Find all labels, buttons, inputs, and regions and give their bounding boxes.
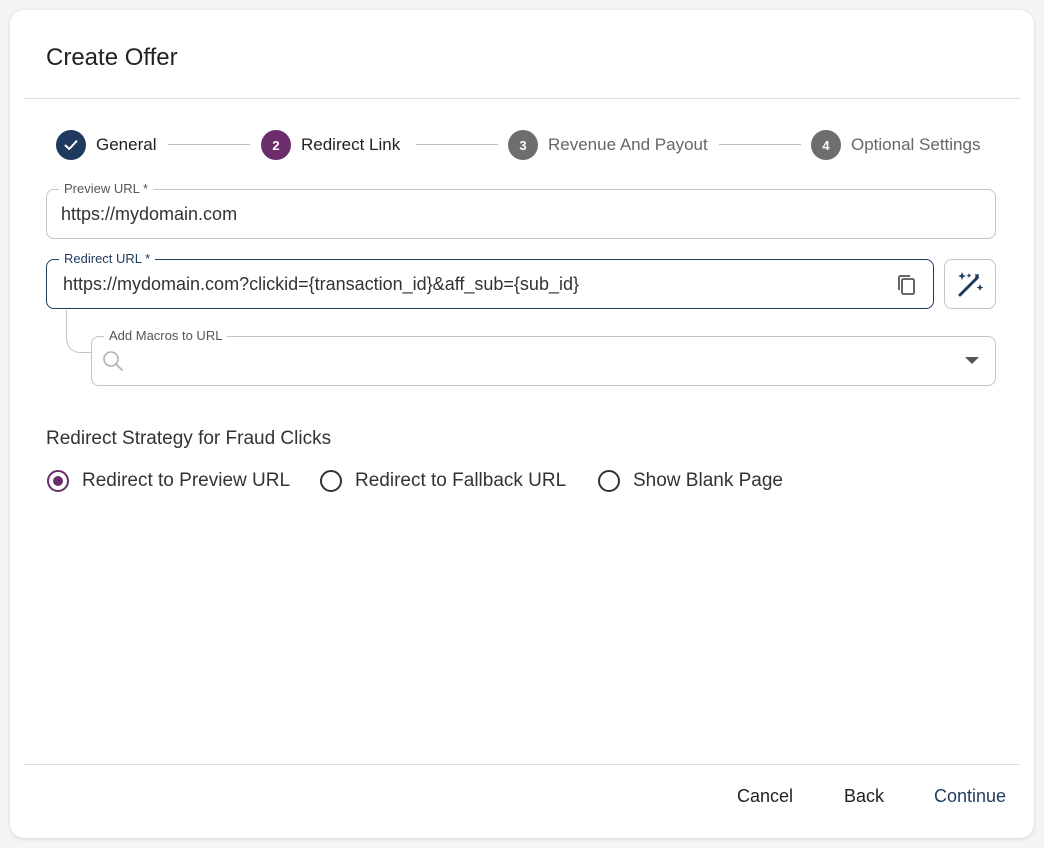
magic-wand-button[interactable] bbox=[944, 259, 996, 309]
step-general[interactable]: General bbox=[56, 130, 156, 160]
preview-url-input[interactable]: https://mydomain.com bbox=[61, 190, 237, 238]
magic-wand-icon bbox=[955, 269, 985, 299]
step-number: 2 bbox=[261, 130, 291, 160]
step-number: 3 bbox=[508, 130, 538, 160]
preview-url-field[interactable]: Preview URL * https://mydomain.com bbox=[46, 181, 996, 239]
back-button[interactable]: Back bbox=[844, 786, 884, 807]
step-optional-settings[interactable]: 4 Optional Settings bbox=[811, 130, 980, 160]
check-icon bbox=[56, 130, 86, 160]
radio-label: Show Blank Page bbox=[633, 470, 783, 491]
step-revenue-and-payout[interactable]: 3 Revenue And Payout bbox=[508, 130, 708, 160]
header-divider bbox=[24, 98, 1020, 99]
step-connector bbox=[719, 144, 801, 145]
radio-button[interactable] bbox=[47, 470, 69, 492]
redirect-url-input[interactable]: https://mydomain.com?clickid={transactio… bbox=[63, 260, 579, 308]
step-label: Optional Settings bbox=[851, 135, 981, 154]
add-macros-field[interactable]: Add Macros to URL bbox=[91, 328, 996, 386]
radio-redirect-to-fallback-url[interactable]: Redirect to Fallback URL bbox=[320, 468, 566, 494]
search-icon bbox=[102, 350, 124, 372]
radio-show-blank-page[interactable]: Show Blank Page bbox=[598, 468, 783, 494]
step-label: Redirect Link bbox=[301, 135, 401, 154]
radio-label: Redirect to Preview URL bbox=[82, 470, 291, 491]
create-offer-dialog: Create Offer General 2 Redirect Link 3 R… bbox=[10, 10, 1034, 838]
radio-button[interactable] bbox=[320, 470, 342, 492]
chevron-down-icon[interactable] bbox=[965, 356, 979, 366]
redirect-url-field[interactable]: Redirect URL * https://mydomain.com?clic… bbox=[46, 251, 934, 309]
step-connector bbox=[416, 144, 498, 145]
step-number: 4 bbox=[811, 130, 841, 160]
add-macros-label: Add Macros to URL bbox=[104, 328, 228, 344]
dialog-title: Create Offer bbox=[46, 44, 178, 71]
step-connector bbox=[168, 144, 250, 145]
footer-divider bbox=[24, 764, 1020, 765]
cancel-button[interactable]: Cancel bbox=[737, 786, 793, 807]
step-redirect-link[interactable]: 2 Redirect Link bbox=[261, 130, 400, 160]
continue-button[interactable]: Continue bbox=[934, 786, 1006, 807]
radio-redirect-to-preview-url[interactable]: Redirect to Preview URL bbox=[47, 468, 290, 494]
radio-label: Redirect to Fallback URL bbox=[355, 470, 567, 491]
step-label: General bbox=[96, 135, 157, 154]
copy-icon[interactable] bbox=[893, 272, 919, 298]
macro-connector-line bbox=[66, 310, 93, 353]
step-label: Revenue And Payout bbox=[548, 135, 708, 154]
radio-button[interactable] bbox=[598, 470, 620, 492]
fraud-strategy-title: Redirect Strategy for Fraud Clicks bbox=[46, 428, 332, 449]
